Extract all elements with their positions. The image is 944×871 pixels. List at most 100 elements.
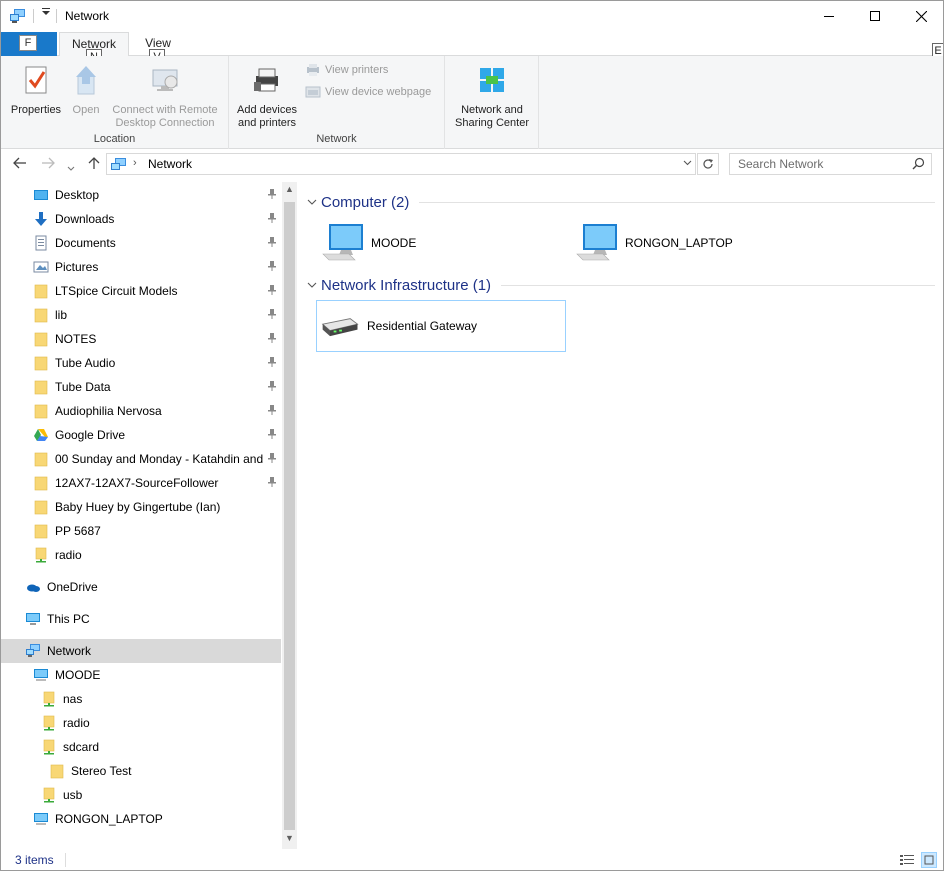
quick-access-item[interactable]: PP 5687 [1, 519, 281, 543]
quick-access-item[interactable]: Documents [1, 231, 281, 255]
computer-icon [322, 224, 363, 261]
tree-item-label: MOODE [55, 668, 101, 682]
up-button[interactable] [88, 156, 100, 173]
network-tree-item[interactable]: usb [1, 783, 281, 807]
sidebar-item-network[interactable]: Network [1, 639, 281, 663]
window-title: Network [65, 9, 110, 23]
quick-access-item[interactable]: 00 Sunday and Monday - Katahdin and I [1, 447, 281, 471]
qat-separator [56, 9, 57, 23]
desktop-icon [33, 187, 49, 203]
breadcrumb[interactable]: Network [148, 157, 192, 171]
tree-item-label: Downloads [55, 212, 115, 226]
computer-group-header[interactable]: Computer (2) [307, 191, 935, 213]
network-folder-icon [33, 547, 49, 563]
quick-access-item[interactable]: Audiophilia Nervosa [1, 399, 281, 423]
sidebar-item-onedrive[interactable]: OneDrive [1, 575, 281, 599]
tree-item-label: Baby Huey by Gingertube (Ian) [55, 500, 221, 514]
forward-button[interactable] [41, 156, 55, 172]
collapse-chevron-icon[interactable] [307, 280, 321, 291]
maximize-button[interactable] [852, 1, 898, 31]
network-tree-item[interactable]: radio [1, 711, 281, 735]
remote-desktop-button[interactable]: Connect with Remote Desktop Connection [105, 64, 225, 130]
collapse-chevron-icon[interactable] [307, 197, 321, 208]
view-device-webpage-label: View device webpage [325, 86, 432, 98]
gateway-tile[interactable]: Residential Gateway [316, 300, 566, 352]
sharing-center-label-1: Network and [461, 104, 523, 116]
router-icon [321, 318, 359, 337]
refresh-button[interactable] [697, 153, 719, 175]
network-tree-item[interactable]: sdcard [1, 735, 281, 759]
pin-icon[interactable] [267, 452, 277, 464]
back-button[interactable] [13, 156, 27, 172]
details-view-button[interactable] [899, 852, 915, 868]
quick-access-item[interactable]: Google Drive [1, 423, 281, 447]
pin-icon[interactable] [267, 188, 277, 200]
scroll-thumb[interactable] [284, 202, 295, 830]
folder-icon [49, 763, 65, 779]
device-webpage-icon [305, 86, 321, 98]
quick-access-item[interactable]: Baby Huey by Gingertube (Ian) [1, 495, 281, 519]
downloads-icon [33, 211, 49, 227]
pin-icon[interactable] [267, 212, 277, 224]
minimize-button[interactable] [806, 1, 852, 31]
customize-qat-icon[interactable] [41, 7, 51, 20]
view-device-webpage-button[interactable]: View device webpage [305, 85, 431, 99]
pin-icon[interactable] [267, 308, 277, 320]
folder-icon [33, 523, 49, 539]
computer-tile-rongon-laptop[interactable]: RONGON_LAPTOP [573, 218, 813, 268]
network-folder-icon [41, 739, 57, 755]
add-devices-button[interactable]: Add devices and printers [233, 64, 301, 130]
pin-icon[interactable] [267, 332, 277, 344]
quick-access-item[interactable]: NOTES [1, 327, 281, 351]
pin-icon[interactable] [267, 428, 277, 440]
large-icons-view-button[interactable] [921, 852, 937, 868]
pin-icon[interactable] [267, 260, 277, 272]
address-bar[interactable]: › Network [106, 153, 696, 175]
tree-item-label: Pictures [55, 260, 99, 274]
infrastructure-group-header[interactable]: Network Infrastructure (1) [307, 274, 935, 296]
computer-tile-moode[interactable]: MOODE [319, 218, 559, 268]
quick-access-item[interactable]: radio [1, 543, 281, 567]
quick-access-item[interactable]: Pictures [1, 255, 281, 279]
sharing-group: Network and Sharing Center [445, 56, 539, 149]
pin-icon[interactable] [267, 284, 277, 296]
pin-icon[interactable] [267, 236, 277, 248]
tab-file[interactable]: F [1, 32, 57, 56]
nav-scrollbar[interactable]: ▲ ▼ [282, 182, 297, 849]
computer-icon [576, 224, 617, 261]
ribbon-tabs: F Network View ? [1, 32, 943, 81]
quick-access-item[interactable]: 12AX7-12AX7-SourceFollower [1, 471, 281, 495]
sidebar-item-this-pc[interactable]: This PC [1, 607, 281, 631]
scroll-up-button[interactable]: ▲ [282, 184, 297, 198]
quick-access-item[interactable]: Tube Data [1, 375, 281, 399]
network-tree-item[interactable]: nas [1, 687, 281, 711]
network-tree-item[interactable]: RONGON_LAPTOP [1, 807, 281, 831]
network-sharing-center-button[interactable]: Network and Sharing Center [449, 64, 535, 130]
search-input[interactable] [730, 154, 905, 174]
open-button[interactable]: Open [67, 64, 105, 117]
recent-locations-button[interactable] [67, 159, 75, 175]
quick-access-item[interactable]: Desktop [1, 183, 281, 207]
quick-access-item[interactable]: LTSpice Circuit Models [1, 279, 281, 303]
pin-icon[interactable] [267, 476, 277, 488]
network-tree-item[interactable]: Stereo Test [1, 759, 281, 783]
scroll-down-button[interactable]: ▼ [282, 833, 297, 847]
properties-button[interactable]: Properties [7, 64, 65, 117]
address-history-button[interactable] [683, 157, 692, 169]
pin-icon[interactable] [267, 404, 277, 416]
network-tree-item[interactable]: MOODE [1, 663, 281, 687]
folder-icon [33, 451, 49, 467]
quick-access-item[interactable]: Downloads [1, 207, 281, 231]
search-box[interactable] [729, 153, 932, 175]
pin-icon[interactable] [267, 380, 277, 392]
search-icon[interactable] [912, 157, 925, 173]
quick-access-item[interactable]: lib [1, 303, 281, 327]
close-button[interactable] [898, 1, 943, 31]
view-printers-icon [307, 64, 319, 76]
breadcrumb-chevron-icon[interactable]: › [133, 157, 137, 169]
network-app-icon[interactable] [9, 8, 27, 27]
view-printers-button[interactable]: View printers [305, 63, 388, 77]
computer-icon [33, 667, 49, 683]
pin-icon[interactable] [267, 356, 277, 368]
quick-access-item[interactable]: Tube Audio [1, 351, 281, 375]
